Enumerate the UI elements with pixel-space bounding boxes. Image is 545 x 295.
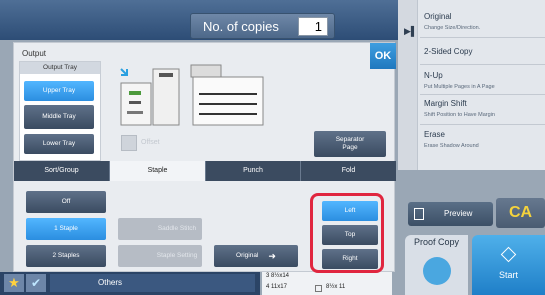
proof-copy-button[interactable]: Proof Copy	[405, 235, 468, 295]
staple-off-button[interactable]: Off	[26, 191, 106, 213]
proof-copy-icon	[423, 257, 451, 285]
tab-bar: Sort/Group Staple Punch Fold	[14, 161, 396, 181]
copies-field[interactable]: No. of copies 1	[190, 13, 335, 39]
dialog-title: Output	[22, 49, 47, 58]
function-title: Original	[424, 12, 452, 21]
tab-staple[interactable]: Staple	[110, 161, 206, 181]
function-erase[interactable]: Erase Erase Shadow Around	[420, 125, 545, 155]
proof-copy-label: Proof Copy	[413, 237, 460, 247]
original-button[interactable]: Original ➜	[214, 245, 298, 267]
two-staples-button[interactable]: 2 Staples	[26, 245, 106, 267]
favorite-star-icon[interactable]: ★	[4, 274, 24, 292]
clear-all-button[interactable]: CA	[496, 198, 545, 228]
tab-fold[interactable]: Fold	[301, 161, 396, 181]
one-staple-button[interactable]: 1 Staple	[26, 218, 106, 240]
function-subtitle: Shift Position to Have Margin	[424, 112, 495, 118]
start-label: Start	[498, 270, 518, 280]
offset-label: Offset	[141, 139, 160, 146]
preview-label: Preview	[444, 209, 473, 218]
function-subtitle: Change Size/Direction.	[424, 25, 481, 31]
separator-page-button[interactable]: Separator Page	[314, 131, 386, 157]
function-title: Erase	[424, 130, 445, 139]
highlight-frame	[310, 193, 384, 273]
function-2-sided-copy[interactable]: 2-Sided Copy	[420, 38, 545, 65]
two-staples-label: 2 Staples	[52, 252, 80, 259]
saddle-stitch-button: Saddle Stitch	[118, 218, 202, 240]
offset-checkbox[interactable]: Offset	[121, 135, 176, 151]
function-subtitle: Put Multiple Pages in A Page	[424, 84, 495, 90]
function-subtitle: Erase Shadow Around	[424, 143, 479, 149]
one-staple-label: 1 Staple	[54, 225, 78, 232]
function-title: Margin Shift	[424, 99, 467, 108]
offset-check-box[interactable]	[121, 135, 137, 151]
start-button[interactable]: Start	[472, 235, 545, 295]
function-panel: ▶▌ Original Change Size/Direction. 2-Sid…	[398, 0, 545, 170]
paper-row: 3 8½x14	[266, 273, 290, 279]
panel-handle[interactable]: ▶▌	[398, 0, 418, 170]
others-button[interactable]: Others	[50, 274, 255, 292]
function-title: 2-Sided Copy	[424, 47, 473, 56]
paper-row: 4 11x17	[266, 284, 287, 290]
expand-arrow-icon[interactable]: ▶▌	[404, 26, 417, 37]
output-tray-header: Output Tray	[20, 62, 100, 74]
paper-tray-icon	[315, 285, 322, 292]
copies-label: No. of copies	[203, 19, 279, 34]
middle-tray-button[interactable]: Middle Tray	[24, 105, 94, 129]
machine-illustration	[120, 64, 264, 126]
original-label: Original	[236, 252, 259, 259]
preview-button[interactable]: Preview	[408, 202, 493, 226]
staple-setting-button: Staple Setting	[118, 245, 202, 267]
ok-button[interactable]: OK	[370, 43, 396, 69]
tab-punch[interactable]: Punch	[206, 161, 301, 181]
lower-tray-button[interactable]: Lower Tray	[24, 134, 94, 154]
copies-value[interactable]: 1	[298, 17, 328, 36]
upper-tray-button[interactable]: Upper Tray	[24, 81, 94, 101]
paper-tray-status: 3 8½x14 4 11x17 8½x 11	[262, 272, 392, 295]
start-icon	[500, 246, 517, 263]
function-n-up[interactable]: N-Up Put Multiple Pages in A Page	[420, 65, 545, 95]
preview-icon	[414, 208, 424, 220]
arrow-right-icon: ➜	[268, 251, 276, 261]
function-original[interactable]: Original Change Size/Direction.	[420, 4, 545, 38]
tab-sort-group[interactable]: Sort/Group	[14, 161, 110, 181]
checkmark-icon[interactable]: ✔	[26, 274, 46, 292]
output-dialog: Output OK Output Tray Upper Tray Middle …	[13, 42, 396, 273]
function-margin-shift[interactable]: Margin Shift Shift Position to Have Marg…	[420, 95, 545, 125]
paper-row: 8½x 11	[326, 284, 346, 290]
function-title: N-Up	[424, 71, 443, 80]
